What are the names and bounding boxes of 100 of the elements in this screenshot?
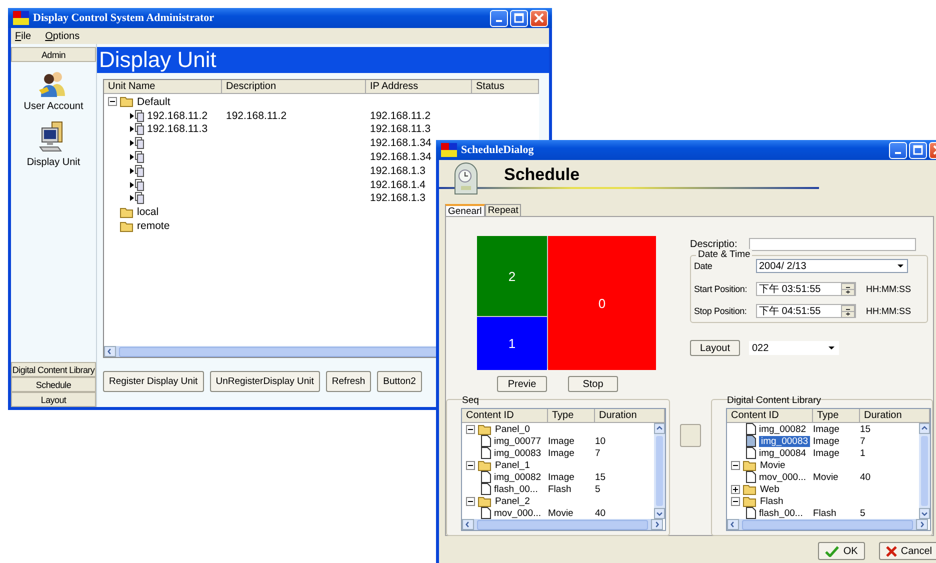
page-banner: Display Unit (97, 47, 549, 73)
table-cell-text: 192.168.1.34 (369, 137, 432, 150)
tree-expander[interactable] (731, 496, 740, 506)
sidebar-item[interactable]: Display Unit (26, 157, 80, 168)
tree-item-label[interactable]: 192.168.11.3 (147, 123, 208, 136)
tree-item-label[interactable]: Web (760, 484, 780, 494)
column-header[interactable]: Type (813, 409, 860, 422)
spin-buttons[interactable] (841, 304, 855, 318)
sidebar-tab[interactable]: Layout (11, 392, 96, 407)
tree-item-label[interactable]: img_00082 (759, 424, 806, 434)
file-icon (481, 435, 491, 447)
tree-expander[interactable] (731, 460, 740, 470)
tree-item-label[interactable]: img_00084 (759, 448, 806, 458)
tab[interactable]: Genearl (445, 204, 485, 217)
time-field[interactable]: 下午 04:51:55 (756, 304, 856, 318)
horizontal-scrollbar[interactable] (462, 519, 663, 530)
tree-item-label[interactable]: flash_00... (759, 508, 803, 518)
layout-dropdown[interactable]: 022 (749, 341, 839, 355)
tree-expander[interactable] (466, 460, 475, 470)
column-header[interactable]: Duration (595, 409, 665, 422)
tree-item-label[interactable]: flash_00... (494, 484, 538, 494)
maximize-button[interactable] (510, 10, 528, 26)
tree-item-label[interactable]: Panel_0 (495, 424, 530, 434)
time-field[interactable]: 下午 03:51:55 (756, 282, 856, 296)
sidebar-tab[interactable]: Digital Content Library (11, 362, 96, 377)
action-button[interactable]: Register Display Unit (103, 371, 204, 392)
table-cell-text: 192.168.1.3 (369, 192, 426, 204)
tree-item-label[interactable]: local (137, 206, 159, 218)
tree-expander[interactable] (466, 424, 475, 434)
arrow-document-icon (130, 192, 144, 204)
column-header[interactable]: Status (472, 80, 539, 93)
vertical-scrollbar[interactable] (654, 423, 665, 519)
file-icon (746, 423, 756, 435)
tree-item-label[interactable]: mov_000... (494, 508, 541, 518)
date-dropdown[interactable]: 2004/ 2/13 (756, 259, 908, 273)
tree-item-label[interactable]: mov_000... (759, 472, 806, 482)
tree-item-label[interactable]: Default (137, 96, 170, 108)
table-cell-text: 192.168.11.2 (225, 110, 287, 122)
column-header[interactable]: Unit Name (104, 80, 222, 93)
content-list[interactable]: Content ID Type Duration Panel_0 img_00077 Image 10 img_00083 Image 7 Panel_1 img_00082 Image 15 flash_00... Flash 5 Panel_2 mov_000... Movie 40 (461, 408, 666, 531)
app-icon (13, 11, 29, 25)
tree-expander[interactable] (731, 484, 740, 494)
column-header[interactable]: Duration (860, 409, 930, 422)
column-header[interactable]: IP Address (366, 80, 472, 93)
minimize-button[interactable] (490, 10, 508, 26)
folder-icon (743, 460, 757, 470)
action-button[interactable]: UnRegisterDisplay Unit (210, 371, 320, 392)
tree-expander[interactable] (108, 97, 117, 106)
layout-panel[interactable]: 2 (477, 236, 547, 316)
preview-button[interactable]: Previe (497, 376, 547, 392)
sidebar-tab[interactable]: Admin (11, 47, 96, 62)
tree-item-label[interactable]: 192.168.11.2 (147, 110, 208, 122)
layout-panel[interactable]: 1 (477, 317, 547, 370)
tree-item-label[interactable]: Panel_2 (495, 496, 530, 506)
horizontal-scrollbar[interactable] (727, 519, 928, 530)
preview-button[interactable]: Stop (568, 376, 618, 392)
field-label: Stop Position: (694, 306, 748, 316)
tree-item-label[interactable]: img_00083 (759, 436, 810, 446)
menu-item[interactable]: File (15, 30, 32, 42)
tree-item-label[interactable]: Flash (760, 496, 784, 506)
table-cell: 40 (595, 508, 606, 518)
file-icon (746, 471, 756, 483)
format-hint: HH:MM:SS (866, 284, 911, 294)
layout-button[interactable]: Layout (690, 340, 740, 356)
cancel-button[interactable]: Cancel (878, 542, 936, 560)
content-list[interactable]: Content ID Type Duration img_00082 Image 15 img_00083 Image 7 img_00084 Image 1 Movie mov_000... Movie 40 Web Flash flash_00... Flash 5 (726, 408, 931, 531)
tree-item-label[interactable]: remote (137, 220, 170, 232)
table-cell: Movie (813, 472, 838, 482)
ok-button[interactable]: OK (818, 542, 865, 560)
action-button[interactable]: Button2 (377, 371, 422, 392)
table-cell-text: 192.168.1.3 (369, 164, 426, 177)
column-header[interactable]: Content ID (462, 409, 548, 422)
table-cell: Flash (548, 484, 572, 494)
tree-item-label[interactable]: img_00082 (494, 472, 542, 482)
group-label: Date & Time (696, 249, 752, 260)
vertical-scrollbar[interactable] (919, 423, 930, 519)
tree-item-label[interactable]: img_00083 (494, 448, 542, 458)
table-cell-text: 192.168.1.4 (369, 178, 426, 191)
tree-item-label[interactable]: Panel_1 (495, 460, 530, 470)
sidebar-tab[interactable]: Schedule (11, 377, 96, 392)
column-header[interactable]: Content ID (727, 409, 813, 422)
tab[interactable]: Repeat (484, 204, 522, 216)
layout-panel[interactable]: 0 (548, 236, 656, 370)
table-cell: Image (813, 424, 840, 434)
minimize-button[interactable] (889, 142, 907, 158)
tree-expander[interactable] (466, 496, 475, 506)
sidebar-item[interactable]: User Account (24, 101, 84, 112)
column-header[interactable]: Type (548, 409, 595, 422)
window-title: Display Control System Administrator (33, 12, 215, 24)
column-header[interactable]: Description (222, 80, 366, 93)
action-button[interactable]: Refresh (326, 371, 372, 392)
x-icon (886, 546, 897, 556)
spin-buttons[interactable] (841, 282, 855, 296)
maximize-button[interactable] (909, 142, 927, 158)
menu-item[interactable]: Options (45, 30, 80, 42)
description-field[interactable] (749, 238, 916, 251)
close-button[interactable] (530, 10, 548, 26)
tree-item-label[interactable]: img_00077 (494, 436, 542, 446)
tree-item-label[interactable]: Movie (760, 460, 786, 470)
table-cell: 5 (595, 484, 600, 494)
